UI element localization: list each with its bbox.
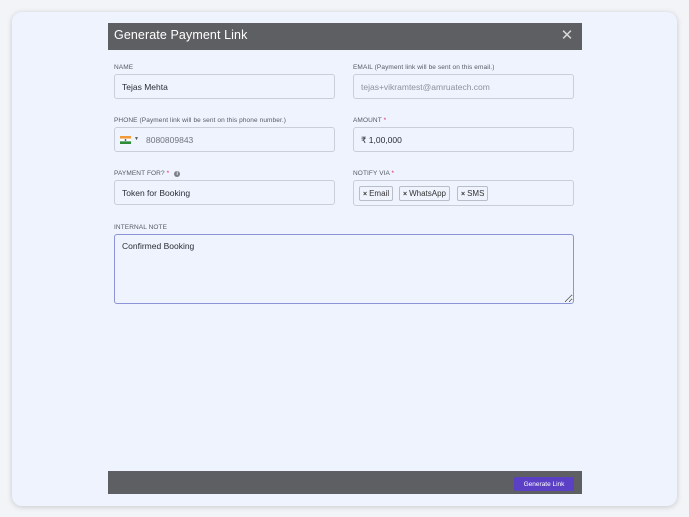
internal-note-label: INTERNAL NOTE: [114, 224, 167, 231]
country-caret-icon[interactable]: ▼: [134, 136, 139, 142]
generate-payment-link-modal: Generate Payment Link ✕ NAME Tejas Mehta…: [108, 23, 582, 494]
email-placeholder: tejas+vikramtest@amruatech.com: [361, 82, 490, 92]
email-label-text: EMAIL: [353, 64, 373, 71]
notify-chip-label: SMS: [467, 189, 485, 198]
notify-via-field[interactable]: × Email × WhatsApp × SMS: [353, 180, 574, 206]
close-icon[interactable]: ✕: [558, 26, 576, 44]
internal-note-label-text: INTERNAL NOTE: [114, 224, 168, 231]
phone-label-note: (Payment link will be sent on this phone…: [137, 117, 287, 124]
remove-chip-icon[interactable]: ×: [363, 191, 367, 198]
phone-label: PHONE (Payment link will be sent on this…: [114, 117, 286, 124]
email-label: EMAIL (Payment link will be sent on this…: [353, 64, 494, 71]
amount-required-mark: *: [383, 117, 387, 124]
payment-for-value: Token for Booking: [122, 188, 191, 198]
email-label-note: (Payment link will be sent on this email…: [372, 64, 495, 71]
modal-footer: Generate Link: [108, 471, 582, 494]
remove-chip-icon[interactable]: ×: [461, 191, 465, 198]
notify-chip-email[interactable]: × Email: [359, 186, 394, 201]
name-field[interactable]: Tejas Mehta: [114, 74, 335, 99]
internal-note-textarea[interactable]: Confirmed Booking: [114, 234, 574, 304]
generate-link-button[interactable]: Generate Link: [514, 477, 574, 491]
name-label: NAME: [114, 64, 133, 71]
app-frame: Generate Payment Link ✕ NAME Tejas Mehta…: [12, 12, 677, 506]
payment-for-field[interactable]: Token for Booking: [114, 180, 335, 205]
notify-chip-sms[interactable]: × SMS: [457, 186, 489, 201]
phone-value: 8080809843: [146, 135, 194, 145]
notify-chip-label: Email: [369, 189, 390, 198]
notify-via-label: NOTIFY VIA *: [353, 170, 394, 177]
name-label-text: NAME: [114, 64, 134, 71]
info-icon[interactable]: i: [174, 171, 181, 177]
notify-chip-whatsapp[interactable]: × WhatsApp: [399, 186, 450, 201]
phone-label-text: PHONE: [114, 117, 138, 124]
modal-title: Generate Payment Link: [114, 28, 248, 42]
notify-chip-label: WhatsApp: [409, 189, 446, 198]
payment-for-label-text: PAYMENT FOR?: [114, 170, 165, 177]
india-flag-icon[interactable]: [120, 136, 131, 144]
name-value: Tejas Mehta: [122, 82, 168, 92]
amount-value: ₹ 1,00,000: [361, 135, 402, 145]
phone-field[interactable]: ▼ 8080809843: [114, 127, 335, 152]
payment-for-label: PAYMENT FOR? * i: [114, 170, 181, 177]
amount-field[interactable]: ₹ 1,00,000: [353, 127, 574, 152]
notify-via-required-mark: *: [391, 170, 395, 177]
email-field[interactable]: tejas+vikramtest@amruatech.com: [353, 74, 574, 99]
modal-header: Generate Payment Link ✕: [108, 23, 582, 50]
notify-via-label-text: NOTIFY VIA: [353, 170, 390, 177]
remove-chip-icon[interactable]: ×: [403, 191, 407, 198]
payment-for-required-mark: *: [166, 170, 170, 177]
amount-label: AMOUNT *: [353, 117, 386, 124]
amount-label-text: AMOUNT: [353, 117, 382, 124]
